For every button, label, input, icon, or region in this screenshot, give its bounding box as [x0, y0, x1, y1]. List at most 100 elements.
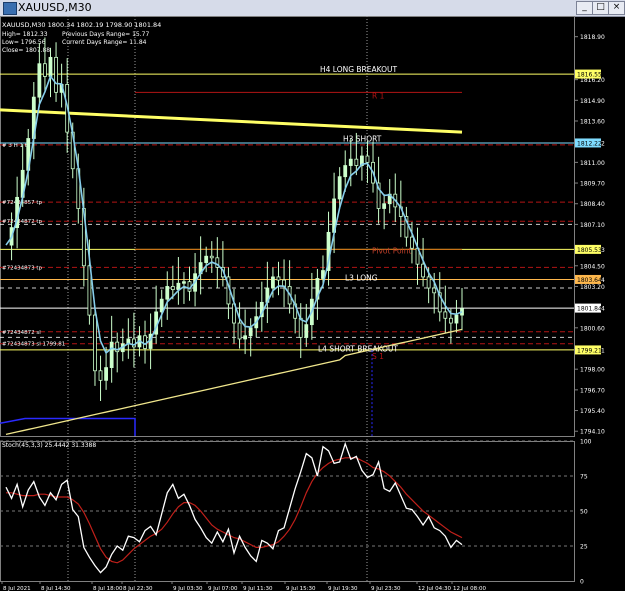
- price-marker-label: 1801.84: [577, 306, 602, 313]
- candle-body: [243, 335, 248, 340]
- candle-body: [426, 276, 431, 289]
- candle-body: [304, 324, 309, 338]
- time-tick-label: 8 Jul 18:00: [93, 586, 123, 591]
- stoch-main-line: [5, 441, 463, 574]
- title-bar[interactable]: XAUUSD,M30 _ □ ×: [0, 0, 625, 17]
- candle-body: [165, 286, 170, 300]
- candle-body: [298, 317, 303, 338]
- candle-body: [410, 236, 414, 249]
- candle-body: [365, 155, 370, 163]
- price-tick-label: 1809.70: [580, 181, 605, 188]
- time-axis: 8 Jul 2021 8 Jul 14:30 8 Jul 18:00 8 Jul 22…: [1, 581, 486, 591]
- stoch-tick-label: 50: [580, 509, 588, 516]
- info-close: Close= 1807.88: [2, 47, 50, 54]
- candle-body: [43, 63, 47, 77]
- candle-body: [204, 255, 209, 263]
- candle-body: [382, 203, 387, 209]
- time-tick-label: 9 Jul 07:00: [208, 586, 238, 591]
- time-tick-label: 8 Jul 2021: [3, 586, 31, 591]
- price-tick-label: 1807.10: [580, 222, 605, 229]
- price-tick-label: 1808.40: [580, 201, 605, 208]
- price-tick-label: 1818.90: [580, 34, 605, 41]
- price-tick-label: 1811.00: [580, 160, 605, 167]
- order-label: #72434872 sl: [2, 330, 41, 336]
- stoch-tick-label: 25: [580, 544, 588, 551]
- minimize-button[interactable]: _: [576, 1, 593, 15]
- price-marker-label: 1812.22: [577, 140, 602, 147]
- order-label: #72434873 sl 1799.81: [2, 342, 65, 348]
- candle-body: [421, 263, 425, 278]
- candle-body: [109, 341, 114, 368]
- candle-body: [159, 298, 164, 313]
- level-label: Pivot Point: [372, 246, 411, 255]
- candle-body: [209, 255, 214, 259]
- main-plot-frame: [0, 16, 575, 437]
- candle-body: [176, 282, 181, 291]
- candle-body: [276, 276, 281, 281]
- chart-area[interactable]: XAUUSD,M30 1800.34 1802.19 1798.90 1801.…: [0, 16, 625, 591]
- price-tick-label: 1803.20: [580, 284, 605, 291]
- candle-body: [237, 322, 242, 340]
- time-tick-label: 9 Jul 19:30: [328, 586, 358, 591]
- level-label: L3 LONG: [345, 273, 378, 282]
- candle-body: [248, 327, 253, 337]
- chart-window-icon: [3, 2, 17, 15]
- info-prev-range: Previous Days Range= 15.77: [62, 31, 149, 38]
- close-button[interactable]: ×: [608, 1, 625, 15]
- price-marker-label: 1799.21: [577, 347, 602, 354]
- level-label: H4 LONG BREAKOUT: [320, 65, 398, 74]
- price-tick-label: 1796.70: [580, 387, 605, 394]
- level-label: R 1: [372, 91, 385, 100]
- candle-body: [104, 367, 108, 381]
- chart-window: XAUUSD,M30 _ □ × XAUUSD,M30 1800.34 1802…: [0, 0, 625, 591]
- candle-body: [48, 56, 53, 77]
- window-title: XAUUSD,M30: [18, 1, 92, 14]
- price-marker-label: 1805.53: [577, 247, 602, 254]
- price-tick-label: 1813.60: [580, 119, 605, 126]
- price-tick-label: 1804.50: [580, 263, 605, 270]
- stochastic-panel[interactable]: Stoch(45,3,3) 25.4442 31.3388 100 75 50 25 0: [0, 439, 592, 586]
- price-tick-label: 1800.60: [580, 325, 605, 332]
- candle-body: [443, 311, 448, 319]
- price-tick-label: 1798.00: [580, 367, 605, 374]
- price-marker-label: 1803.64: [577, 277, 602, 284]
- price-chart[interactable]: XAUUSD,M30 1800.34 1802.19 1798.90 1801.…: [0, 16, 605, 581]
- candle-body: [343, 165, 348, 178]
- candle-body: [37, 63, 42, 98]
- time-tick-label: 12 Jul 04:30: [418, 586, 451, 591]
- time-tick-label: 9 Jul 15:30: [286, 586, 316, 591]
- price-tick-label: 1814.90: [580, 98, 605, 105]
- candle-body: [54, 56, 58, 93]
- maximize-button[interactable]: □: [592, 1, 609, 15]
- time-tick-label: 12 Jul 08:00: [453, 586, 486, 591]
- level-label: H3 SHORT: [343, 134, 382, 143]
- candle-body: [448, 317, 453, 324]
- stoch-tick-label: 100: [580, 439, 592, 446]
- candle-body: [170, 286, 175, 291]
- candle-body: [143, 335, 147, 349]
- slow-ma-line: [5, 328, 463, 436]
- time-tick-label: 9 Jul 11:30: [243, 586, 273, 591]
- candle-body: [348, 158, 353, 166]
- candle-body: [454, 314, 459, 324]
- candle-body: [98, 370, 103, 381]
- candle-body: [337, 176, 342, 200]
- candle-body: [432, 287, 437, 294]
- time-tick-label: 9 Jul 03:30: [173, 586, 203, 591]
- stoch-tick-label: 0: [580, 579, 584, 586]
- price-marker-label: 1816.55: [577, 72, 602, 79]
- order-label: #72434873 tp: [2, 265, 43, 271]
- time-tick-label: 8 Jul 22:30: [123, 586, 153, 591]
- time-tick-label: 8 Jul 14:30: [41, 586, 71, 591]
- candle-body: [182, 281, 186, 284]
- symbol-label: XAUUSD,M30 1800.34 1802.19 1798.90 1801.…: [2, 21, 161, 29]
- stoch-label: Stoch(45,3,3) 25.4442 31.3388: [2, 442, 96, 449]
- stoch-tick-label: 75: [580, 474, 588, 481]
- time-tick-label: 9 Jul 23:30: [371, 586, 401, 591]
- info-high: High= 1812.33: [2, 31, 48, 38]
- info-current-range: Current Days Range= 11.84: [62, 39, 147, 46]
- candle-body: [271, 276, 275, 289]
- level-label: S 1: [372, 352, 384, 361]
- candle-body: [354, 158, 359, 166]
- candle-body: [93, 314, 97, 372]
